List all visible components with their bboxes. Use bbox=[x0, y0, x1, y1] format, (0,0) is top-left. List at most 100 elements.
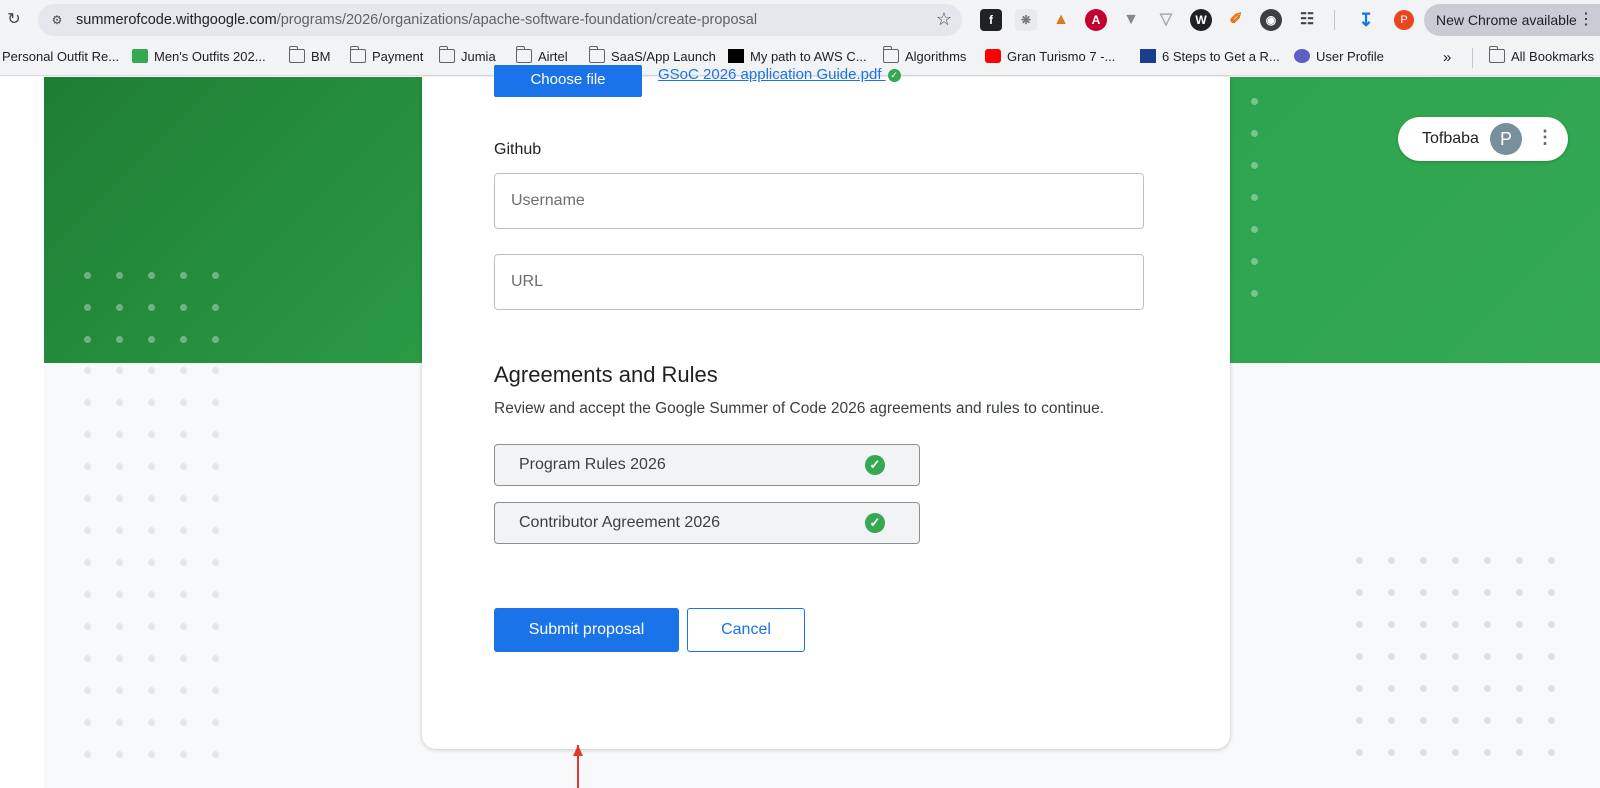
font-extension-icon[interactable]: f bbox=[980, 9, 1002, 31]
decorative-dot bbox=[1516, 653, 1523, 660]
decorative-dot bbox=[84, 751, 91, 758]
decorative-dot bbox=[1484, 717, 1491, 724]
decorative-dot bbox=[1516, 717, 1523, 724]
decorative-dot bbox=[84, 495, 91, 502]
decorative-dot bbox=[212, 367, 219, 374]
folder-icon bbox=[882, 46, 899, 63]
folder-icon bbox=[588, 46, 605, 63]
bookmark-label: Jumia bbox=[461, 49, 496, 64]
bookmark-label: Personal Outfit Re... bbox=[2, 49, 120, 64]
agreements-title: Agreements and Rules bbox=[494, 362, 718, 387]
bookmark-star-icon[interactable]: ☆ bbox=[936, 9, 952, 30]
check-circle-icon: ✓ bbox=[865, 513, 885, 533]
decorative-dot bbox=[148, 367, 155, 374]
url-text[interactable]: summerofcode.withgoogle.com/programs/202… bbox=[76, 12, 757, 28]
decorative-dot bbox=[1420, 685, 1427, 692]
profile-avatar[interactable]: P bbox=[1394, 10, 1414, 30]
bookmark-item[interactable]: SaaS/App Launch bbox=[588, 46, 716, 64]
decorative-dot bbox=[1452, 717, 1459, 724]
choose-file-button[interactable]: Choose file bbox=[494, 65, 642, 97]
angular-icon[interactable]: A bbox=[1085, 9, 1107, 31]
hero-green-left bbox=[44, 77, 424, 363]
all-bookmarks[interactable]: All Bookmarks bbox=[1488, 46, 1595, 64]
agreement-label: Contributor Agreement 2026 bbox=[519, 514, 721, 531]
vue-icon[interactable]: ▼ bbox=[1120, 9, 1142, 31]
decorative-dot bbox=[148, 687, 155, 694]
bookmark-icon bbox=[1140, 49, 1156, 63]
puzzle-icon[interactable]: ☷ bbox=[1296, 9, 1318, 31]
user-name: Tofbaba bbox=[1422, 130, 1479, 147]
new-chrome-button[interactable]: New Chrome available ⋮ bbox=[1424, 4, 1600, 36]
decorative-dot bbox=[84, 687, 91, 694]
globe-extension-icon[interactable]: ◉ bbox=[1260, 9, 1282, 31]
bookmark-item[interactable]: Payment bbox=[349, 46, 423, 64]
bookmark-item[interactable]: BM bbox=[288, 46, 331, 64]
decorative-dot bbox=[180, 304, 187, 311]
all-bookmarks-label: All Bookmarks bbox=[1511, 49, 1595, 64]
decorative-dot bbox=[1388, 589, 1395, 596]
decorative-dot bbox=[1356, 621, 1363, 628]
vue-devtools-icon[interactable]: ▽ bbox=[1155, 9, 1177, 31]
bookmark-item[interactable]: Men's Outfits 202... bbox=[132, 49, 266, 64]
decorative-dot bbox=[1251, 162, 1258, 169]
decorative-dot bbox=[1516, 685, 1523, 692]
bookmark-item[interactable]: User Profile bbox=[1294, 49, 1384, 64]
decorative-dot bbox=[1356, 557, 1363, 564]
bookmark-item[interactable]: Gran Turismo 7 -... bbox=[985, 49, 1115, 64]
decorative-dot bbox=[212, 623, 219, 630]
bookmark-item[interactable]: Personal Outfit Re... bbox=[2, 49, 119, 64]
user-avatar[interactable]: P bbox=[1490, 123, 1522, 155]
decorative-dot bbox=[212, 687, 219, 694]
bookmarks-overflow-icon[interactable]: » bbox=[1443, 49, 1451, 66]
proposal-form-card: Choose file GSoC 2026 application Guide.… bbox=[422, 65, 1230, 749]
bookmark-item[interactable]: My path to AWS C... bbox=[728, 49, 867, 64]
cancel-button[interactable]: Cancel bbox=[687, 608, 805, 652]
site-settings-icon[interactable]: ⚙ bbox=[48, 11, 66, 29]
decorative-dot bbox=[180, 751, 187, 758]
bookmark-item[interactable]: Jumia bbox=[438, 46, 496, 64]
decorative-dot bbox=[1251, 226, 1258, 233]
bookmark-label: SaaS/App Launch bbox=[611, 49, 716, 64]
user-menu[interactable]: Tofbaba P ⋮ bbox=[1398, 117, 1568, 161]
decorative-dot bbox=[180, 591, 187, 598]
decorative-dot bbox=[148, 623, 155, 630]
kebab-menu-icon[interactable]: ⋮ bbox=[1578, 4, 1594, 36]
address-bar[interactable]: ⚙ summerofcode.withgoogle.com/programs/2… bbox=[38, 4, 962, 36]
github-username-input[interactable] bbox=[494, 173, 1144, 229]
check-circle-icon: ✓ bbox=[887, 69, 901, 82]
submit-proposal-button[interactable]: Submit proposal bbox=[494, 608, 679, 652]
more-vert-icon[interactable]: ⋮ bbox=[1536, 127, 1554, 148]
pen-extension-icon[interactable]: ✐ bbox=[1225, 9, 1247, 31]
metamask-icon[interactable]: ▲ bbox=[1050, 9, 1072, 31]
decorative-dot bbox=[84, 367, 91, 374]
uploaded-file-link[interactable]: GSoC 2026 application Guide.pdf ✓ bbox=[658, 66, 901, 83]
bookmark-item[interactable]: 6 Steps to Get a R... bbox=[1140, 49, 1280, 64]
bookmark-label: My path to AWS C... bbox=[750, 49, 867, 64]
bookmark-item[interactable]: Airtel bbox=[515, 46, 568, 64]
reload-icon[interactable]: ↻ bbox=[4, 10, 24, 30]
decorative-dot bbox=[148, 591, 155, 598]
decorative-dot bbox=[1388, 653, 1395, 660]
decorative-dot bbox=[1516, 589, 1523, 596]
folder-icon bbox=[288, 46, 305, 63]
agreement-contributor[interactable]: Contributor Agreement 2026 ✓ bbox=[494, 502, 920, 544]
download-icon[interactable]: ↧ bbox=[1355, 9, 1377, 31]
bookmark-label: 6 Steps to Get a R... bbox=[1162, 49, 1280, 64]
github-url-input[interactable] bbox=[494, 254, 1144, 310]
decorative-dot bbox=[148, 719, 155, 726]
settings-extension-icon[interactable]: ❋ bbox=[1015, 9, 1037, 31]
wordpress-icon[interactable]: W bbox=[1190, 9, 1212, 31]
youtube-icon bbox=[985, 49, 1001, 63]
decorative-dot bbox=[1251, 194, 1258, 201]
decorative-dot bbox=[180, 687, 187, 694]
decorative-dot bbox=[1516, 749, 1523, 756]
bookmark-icon bbox=[132, 49, 148, 63]
decorative-dot bbox=[1420, 621, 1427, 628]
agreements-description: Review and accept the Google Summer of C… bbox=[494, 400, 1105, 417]
decorative-dot bbox=[180, 463, 187, 470]
agreement-program-rules[interactable]: Program Rules 2026 ✓ bbox=[494, 444, 920, 486]
bookmark-item[interactable]: Algorithms bbox=[882, 46, 966, 64]
decorative-dot bbox=[84, 336, 91, 343]
medium-icon bbox=[728, 49, 744, 63]
decorative-dot bbox=[116, 367, 123, 374]
